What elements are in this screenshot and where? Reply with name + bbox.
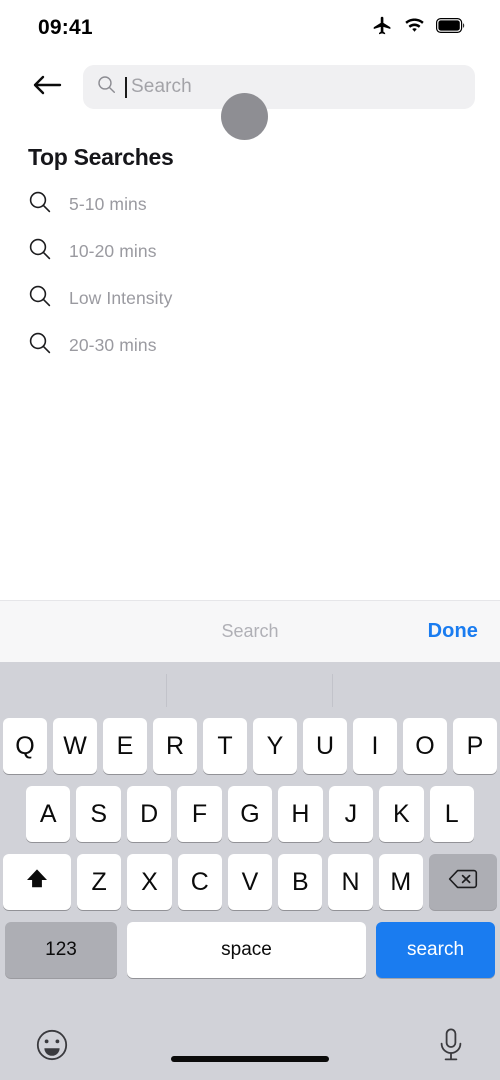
key-y[interactable]: Y (253, 718, 297, 774)
status-bar-icons (372, 15, 466, 41)
search-input[interactable]: Search (83, 65, 475, 109)
list-item-label: 20-30 mins (69, 335, 157, 355)
keyboard-bottom-bar (0, 1014, 500, 1080)
key-w[interactable]: W (53, 718, 97, 774)
key-t[interactable]: T (203, 718, 247, 774)
search-icon (28, 190, 52, 219)
shift-up-arrow-icon (24, 866, 50, 899)
emoji-smiley-icon[interactable] (34, 1027, 70, 1068)
key-x[interactable]: X (127, 854, 172, 910)
page-title: Top Searches (28, 144, 174, 170)
search-icon (28, 237, 52, 266)
key-r[interactable]: R (153, 718, 197, 774)
delete-key[interactable] (428, 854, 497, 910)
search-suggestions-panel: Top Searches 5-10 mins 10-20 mins Low In… (0, 144, 500, 369)
predictive-text-bar[interactable] (0, 662, 500, 718)
list-item-label: Low Intensity (69, 288, 173, 308)
list-item-label: 5-10 mins (69, 194, 147, 214)
key-n[interactable]: N (328, 854, 373, 910)
accessory-title: Search (221, 621, 279, 641)
key-o[interactable]: O (403, 718, 447, 774)
back-button[interactable] (27, 67, 67, 107)
key-s[interactable]: S (76, 786, 121, 842)
key-f[interactable]: F (177, 786, 222, 842)
key-p[interactable]: P (453, 718, 497, 774)
status-bar: 09:41 (0, 0, 500, 56)
list-item[interactable]: Low Intensity (28, 275, 472, 322)
search-icon (28, 331, 52, 360)
keyboard-row-4: 123 space search (0, 922, 500, 978)
key-b[interactable]: B (278, 854, 323, 910)
list-item-label: 10-20 mins (69, 241, 157, 261)
keyboard-row-1: Q W E R T Y U I O P (0, 718, 500, 774)
wifi-icon (404, 17, 425, 39)
back-arrow-icon (32, 73, 62, 102)
key-j[interactable]: J (328, 786, 374, 842)
numbers-key[interactable]: 123 (5, 922, 117, 978)
microphone-icon[interactable] (436, 1027, 466, 1068)
key-z[interactable]: Z (77, 854, 122, 910)
predictive-divider (166, 674, 167, 707)
home-indicator (171, 1056, 329, 1062)
search-icon (28, 284, 52, 313)
key-v[interactable]: V (227, 854, 273, 910)
key-a[interactable]: A (26, 786, 71, 842)
space-key[interactable]: space (127, 922, 366, 978)
search-return-key[interactable]: search (376, 922, 495, 978)
key-g[interactable]: G (227, 786, 273, 842)
predictive-divider (332, 674, 333, 707)
keyboard-row-3: Z X C V B N M (0, 854, 500, 910)
list-item[interactable]: 5-10 mins (28, 181, 472, 228)
key-h[interactable]: H (278, 786, 323, 842)
status-bar-time: 09:41 (38, 16, 93, 39)
on-screen-keyboard: Q W E R T Y U I O P A S D F G H J K L Z … (0, 662, 500, 1080)
key-u[interactable]: U (303, 718, 347, 774)
key-c[interactable]: C (177, 854, 222, 910)
key-l[interactable]: L (429, 786, 474, 842)
list-item[interactable]: 10-20 mins (28, 228, 472, 275)
battery-icon (436, 18, 466, 38)
key-e[interactable]: E (103, 718, 147, 774)
key-q[interactable]: Q (3, 718, 47, 774)
backspace-delete-icon (448, 868, 478, 897)
keyboard-accessory-bar: Search Done (0, 600, 500, 662)
keyboard-row-2: A S D F G H J K L (0, 786, 500, 842)
touch-indicator (221, 93, 268, 140)
shift-key[interactable] (3, 854, 72, 910)
key-d[interactable]: D (126, 786, 172, 842)
list-item[interactable]: 20-30 mins (28, 322, 472, 369)
key-m[interactable]: M (378, 854, 423, 910)
key-k[interactable]: K (379, 786, 424, 842)
text-caret (125, 76, 127, 98)
done-button[interactable]: Done (428, 620, 478, 643)
key-i[interactable]: I (353, 718, 397, 774)
search-placeholder: Search (131, 76, 192, 97)
airplane-mode-icon (372, 15, 393, 41)
search-icon (97, 75, 116, 99)
